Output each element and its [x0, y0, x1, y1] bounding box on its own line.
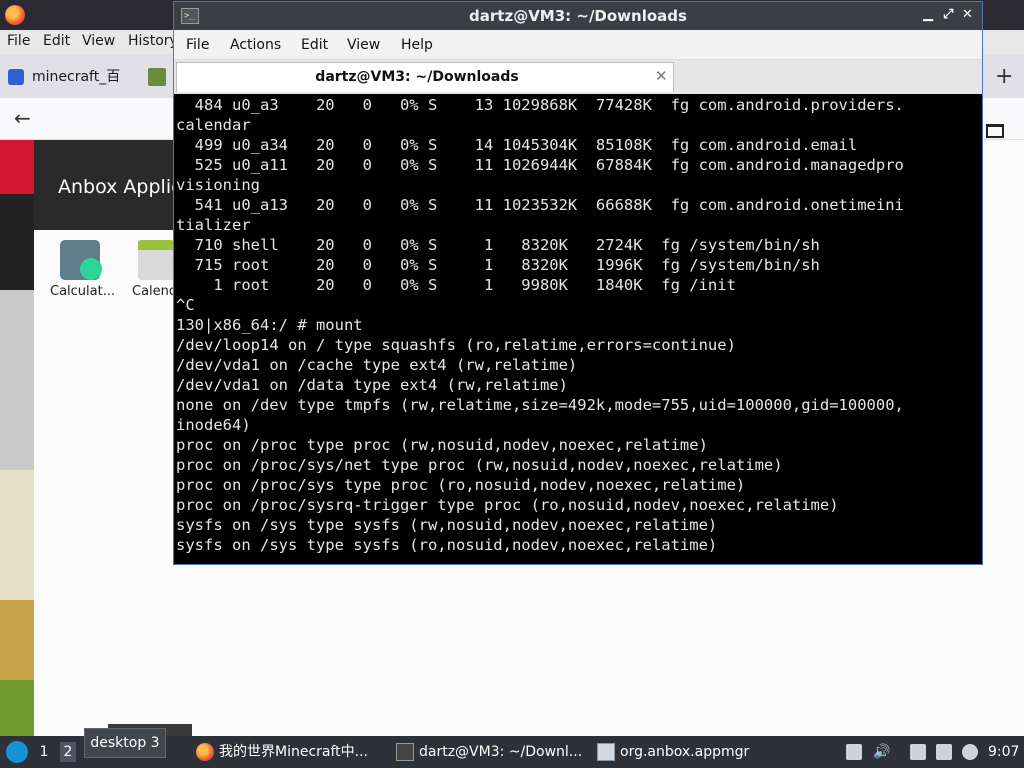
terminal-menu-view[interactable]: View [347, 37, 380, 53]
terminal-tab-label: dartz@VM3: ~/Downloads [315, 69, 519, 85]
terminal-menu-help[interactable]: Help [401, 37, 433, 53]
new-tab-icon[interactable]: + [995, 64, 1013, 89]
terminal-line: 710 shell 20 0 0% S 1 8320K 2724K fg /sy… [176, 236, 820, 254]
start-menu-icon[interactable] [6, 741, 28, 763]
window-icon [597, 743, 615, 761]
network-icon[interactable] [936, 744, 952, 760]
terminal-line: ^C [176, 296, 195, 314]
terminal-menu-actions[interactable]: Actions [230, 37, 281, 53]
terminal-line: 499 u0_a34 20 0 0% S 14 1045304K 85108K … [176, 136, 858, 154]
terminal-line: inode64) [176, 416, 251, 434]
maximize-icon[interactable]: ⤢ [943, 7, 953, 22]
terminal-line: proc on /proc/sysrq-trigger type proc (r… [176, 496, 839, 514]
terminal-title: dartz@VM3: ~/Downloads [469, 7, 687, 25]
terminal-line: 715 root 20 0 0% S 1 8320K 1996K fg /sys… [176, 256, 820, 274]
calculator-equals-icon [80, 258, 102, 280]
terminal-line: /dev/vda1 on /cache type ext4 (rw,relati… [176, 356, 578, 374]
terminal-line: sysfs on /sys type sysfs (ro,nosuid,node… [176, 536, 718, 554]
taskbar-item-label: dartz@VM3: ~/Downl... [419, 744, 583, 760]
upload-icon[interactable] [846, 744, 862, 760]
browser-menu-view[interactable]: View [82, 33, 115, 49]
terminal-line: 525 u0_a11 20 0 0% S 11 1026944K 67884K … [176, 156, 904, 174]
terminal-icon [396, 743, 414, 761]
browser-tab-label: minecraft_百 [32, 69, 121, 85]
terminal-window: >_ dartz@VM3: ~/Downloads ▁ ⤢ ✕ File Act… [173, 1, 983, 565]
close-icon[interactable]: ✕ [962, 7, 973, 22]
terminal-line: 1 root 20 0 0% S 1 9980K 1840K fg /init [176, 276, 736, 294]
tab-close-icon[interactable]: ✕ [655, 67, 668, 85]
app-label-calendar[interactable]: Calend [132, 284, 177, 299]
browser-menu-history[interactable]: History [128, 33, 178, 49]
terminal-titlebar[interactable]: >_ dartz@VM3: ~/Downloads ▁ ⤢ ✕ [174, 2, 982, 30]
back-arrow-icon[interactable]: ← [14, 106, 31, 130]
taskbar-item-terminal[interactable]: dartz@VM3: ~/Downl... [396, 740, 586, 764]
baidu-icon [8, 69, 24, 85]
browser-menu-edit[interactable]: Edit [43, 33, 70, 49]
terminal-tabbar: dartz@VM3: ~/Downloads ✕ [174, 60, 982, 94]
terminal-line: visioning [176, 176, 260, 194]
app-label-calculator[interactable]: Calculat... [50, 284, 115, 299]
volume-icon[interactable]: 🔊 [873, 744, 890, 760]
terminal-line: 541 u0_a13 20 0 0% S 11 1023532K 66688K … [176, 196, 904, 214]
terminal-menu-edit[interactable]: Edit [301, 37, 328, 53]
workspace-tooltip: desktop 3 [84, 728, 166, 758]
clipboard-icon[interactable] [910, 744, 926, 760]
page-banner-image [0, 140, 34, 736]
terminal-line: /dev/loop14 on / type squashfs (ro,relat… [176, 336, 736, 354]
browser-menu-file[interactable]: File [7, 33, 30, 49]
terminal-line: none on /dev type tmpfs (rw,relatime,siz… [176, 396, 904, 414]
terminal-output[interactable]: 484 u0_a3 20 0 0% S 13 1029868K 77428K f… [176, 95, 980, 563]
terminal-menubar: File Actions Edit View Help [174, 30, 982, 60]
minecraft-tab-icon[interactable] [148, 68, 166, 86]
firefox-logo-icon [5, 5, 25, 25]
workspace-1[interactable]: 1 [36, 742, 52, 762]
hamburger-menu-icon[interactable] [986, 124, 1004, 138]
terminal-line: proc on /proc/sys type proc (ro,nosuid,n… [176, 476, 746, 494]
calendar-icon[interactable] [138, 240, 174, 280]
terminal-line: tializer [176, 216, 251, 234]
terminal-line: proc on /proc type proc (rw,nosuid,nodev… [176, 436, 708, 454]
browser-tab[interactable]: minecraft_百 [0, 60, 140, 94]
terminal-line: sysfs on /sys type sysfs (rw,nosuid,node… [176, 516, 718, 534]
notification-icon[interactable] [962, 744, 978, 760]
terminal-line: calendar [176, 116, 251, 134]
minimize-icon[interactable]: ▁ [923, 7, 933, 22]
taskbar-item-label: org.anbox.appmgr [620, 744, 750, 760]
terminal-line: 130|x86_64:/ # mount [176, 316, 363, 334]
terminal-line: /dev/vda1 on /data type ext4 (rw,relatim… [176, 376, 568, 394]
page-title: Anbox Applic [58, 176, 182, 198]
terminal-line: proc on /proc/sys/net type proc (rw,nosu… [176, 456, 783, 474]
clock: 9:07 [988, 744, 1020, 760]
terminal-tab[interactable]: dartz@VM3: ~/Downloads ✕ [176, 62, 674, 92]
taskbar-item-anbox[interactable]: org.anbox.appmgr [597, 740, 757, 764]
terminal-menu-file[interactable]: File [186, 37, 209, 53]
workspace-2[interactable]: 2 [60, 742, 76, 762]
taskbar-item-firefox[interactable]: 我的世界Minecraft中... [196, 740, 382, 764]
taskbar-item-label: 我的世界Minecraft中... [219, 744, 369, 760]
firefox-icon [196, 743, 214, 761]
terminal-line: 484 u0_a3 20 0 0% S 13 1029868K 77428K f… [176, 96, 904, 114]
